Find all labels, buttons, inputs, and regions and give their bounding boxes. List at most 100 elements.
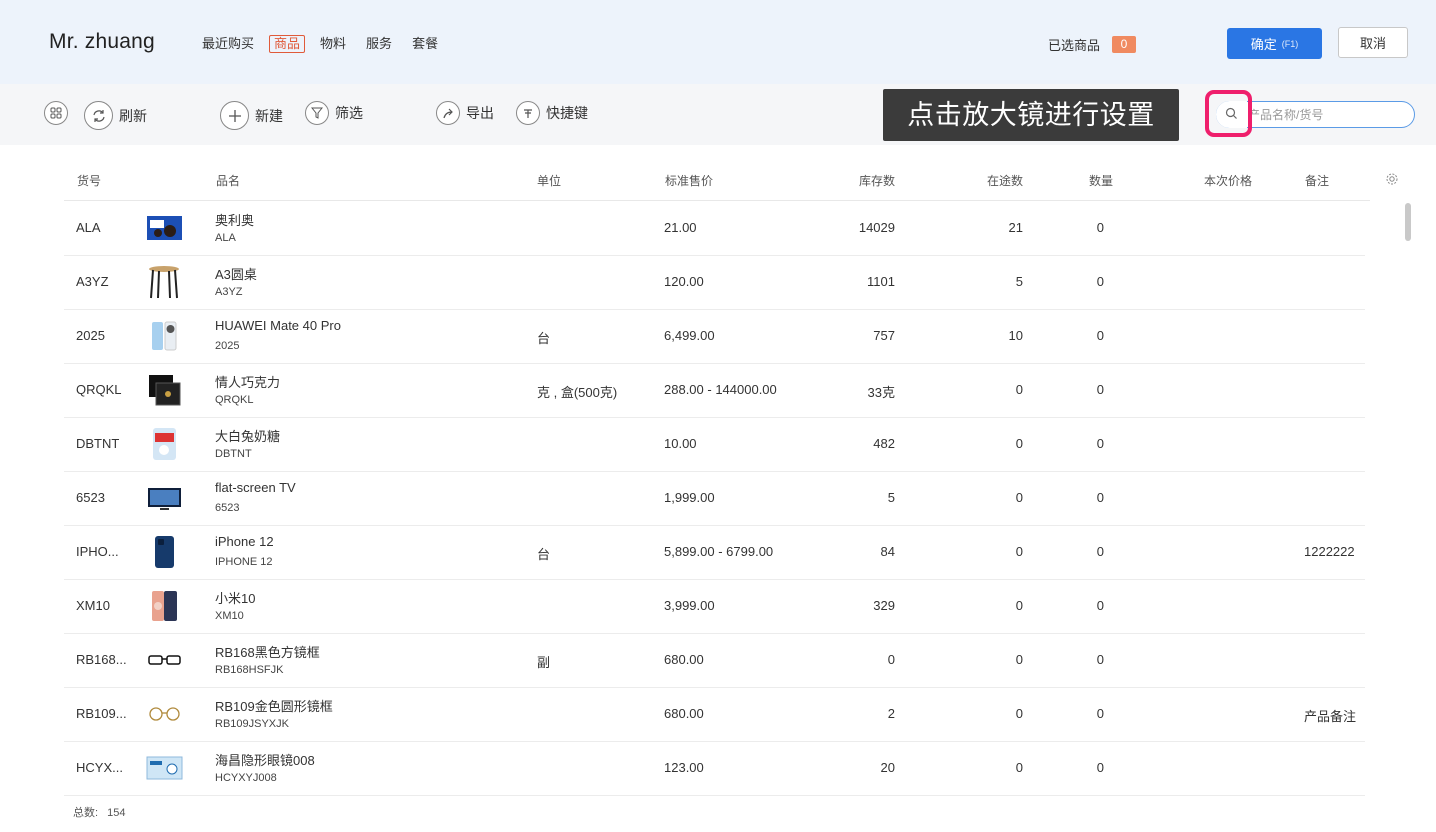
column-settings-button[interactable] [1385, 172, 1399, 189]
row-transit: 0 [1015, 382, 1023, 397]
row-name: 海昌隐形眼镜008 [215, 753, 315, 768]
row-qty[interactable]: 0 [1094, 220, 1104, 235]
selected-products: 已选商品 0 [1048, 35, 1137, 54]
row-code: QRQKL [76, 382, 122, 397]
product-thumbnail [146, 696, 183, 732]
row-price: 680.00 [664, 652, 704, 667]
row-subcode: IPHONE 12 [215, 556, 273, 568]
row-name: 大白兔奶糖 [215, 429, 281, 444]
row-price: 123.00 [664, 760, 704, 775]
refresh-icon [84, 101, 113, 130]
selected-label: 已选商品 [1048, 38, 1101, 53]
table-row[interactable]: ALA 奥利奥 ALA 21.00 14029 21 0 [64, 201, 1365, 256]
col-stock: 库存数 [859, 174, 896, 188]
row-price: 1,999.00 [664, 490, 715, 505]
row-transit: 0 [1015, 706, 1023, 721]
row-subcode: RB109JSYXJK [215, 718, 289, 730]
plus-icon [220, 101, 249, 130]
row-transit: 0 [1015, 490, 1023, 505]
new-button[interactable]: 新建 [220, 101, 283, 130]
row-code: DBTNT [76, 436, 120, 451]
product-thumbnail [146, 750, 183, 786]
table-row[interactable]: A3YZ A3圆桌 A3YZ 120.00 1101 5 0 [64, 255, 1365, 310]
filter-label: 筛选 [335, 105, 363, 121]
table-row[interactable]: XM10 小米10 XM10 3,999.00 329 0 0 [64, 579, 1365, 634]
row-stock: 14029 [858, 220, 895, 235]
row-stock: 84 [880, 544, 895, 559]
total-value: 154 [107, 807, 126, 819]
export-button[interactable]: 导出 [436, 101, 494, 125]
row-transit: 21 [1008, 220, 1023, 235]
table-row[interactable]: IPHO... iPhone 12 IPHONE 12 台 5,899.00 - 679… [64, 525, 1365, 580]
nav-products[interactable]: 商品 [269, 35, 306, 53]
row-transit: 0 [1015, 760, 1023, 775]
row-transit: 10 [1008, 328, 1023, 343]
table-row[interactable]: RB168... RB168黑色方镜框 RB168HSFJK 副 680.00 0 0 0 [64, 633, 1365, 688]
table-row[interactable]: 6523 flat-screen TV 6523 1,999.00 5 0 0 [64, 471, 1365, 526]
row-code: HCYX... [76, 760, 123, 775]
row-remark: 产品备注 [1304, 709, 1357, 724]
table-row[interactable]: DBTNT 大白兔奶糖 DBTNT 10.00 482 0 0 [64, 417, 1365, 472]
col-unit: 单位 [537, 174, 562, 188]
shortcut-button[interactable]: 快捷键 [516, 101, 588, 125]
confirm-button[interactable]: 确定 (F1) [1227, 28, 1322, 59]
nav-materials[interactable]: 物料 [320, 35, 346, 53]
row-price: 288.00 - 144000.00 [664, 382, 777, 397]
row-qty[interactable]: 0 [1094, 706, 1104, 721]
export-label: 导出 [466, 105, 494, 121]
row-subcode: XM10 [215, 610, 244, 622]
row-qty[interactable]: 0 [1094, 598, 1104, 613]
row-stock: 329 [873, 598, 895, 613]
col-qty: 数量 [1089, 174, 1114, 188]
row-qty[interactable]: 0 [1094, 490, 1104, 505]
product-thumbnail [146, 210, 183, 246]
row-qty[interactable]: 0 [1094, 328, 1104, 343]
row-qty[interactable]: 0 [1094, 274, 1104, 289]
row-stock: 5 [887, 490, 895, 505]
row-price: 5,899.00 - 6799.00 [664, 544, 774, 559]
row-qty[interactable]: 0 [1094, 760, 1104, 775]
col-current-price: 本次价格 [1204, 174, 1253, 188]
product-thumbnail [146, 480, 183, 516]
col-code: 货号 [77, 174, 102, 188]
col-remark: 备注 [1305, 174, 1330, 188]
scrollbar[interactable] [1405, 203, 1411, 241]
product-thumbnail [146, 318, 183, 354]
row-unit: 副 [537, 655, 551, 670]
row-subcode: 6523 [215, 502, 240, 514]
table-header: 货号 品名 单位 标准售价 库存数 在途数 数量 本次价格 备注 [64, 160, 1370, 201]
row-stock: 33克 [867, 385, 895, 400]
filter-button[interactable]: 筛选 [305, 101, 363, 125]
row-qty[interactable]: 0 [1094, 652, 1104, 667]
row-unit: 克 , 盒(500克) [537, 385, 618, 400]
row-qty[interactable]: 0 [1094, 382, 1104, 397]
row-code: RB168... [76, 652, 127, 667]
row-qty[interactable]: 0 [1094, 436, 1104, 451]
row-price: 3,999.00 [664, 598, 715, 613]
row-subcode: ALA [215, 232, 236, 244]
table-row[interactable]: RB109... RB109金色圆形镜框 RB109JSYXJK 680.00 2 0 0 产… [64, 687, 1365, 742]
row-name: RB109金色圆形镜框 [215, 699, 333, 714]
row-stock: 20 [880, 760, 895, 775]
nav-recent[interactable]: 最近购买 [202, 35, 254, 53]
row-stock: 0 [887, 652, 895, 667]
row-transit: 5 [1015, 274, 1023, 289]
confirm-label: 确定 [1250, 37, 1277, 52]
search-input[interactable] [1248, 104, 1408, 126]
grid-icon [44, 101, 68, 125]
table-row[interactable]: QRQKL 情人巧克力 QRQKL 克 , 盒(500克) 288.00 - 14400… [64, 363, 1365, 418]
row-qty[interactable]: 0 [1094, 544, 1104, 559]
row-name: A3圆桌 [215, 267, 257, 282]
col-price: 标准售价 [665, 174, 714, 188]
cancel-button[interactable]: 取消 [1338, 27, 1408, 58]
row-name: RB168黑色方镜框 [215, 645, 320, 660]
nav-packages[interactable]: 套餐 [412, 35, 438, 53]
table-row[interactable]: HCYX... 海昌隐形眼镜008 HCYXYJ008 123.00 20 0 0 [64, 741, 1365, 796]
row-subcode: 2025 [215, 340, 240, 352]
product-thumbnail [146, 534, 183, 570]
refresh-button[interactable]: 刷新 [84, 101, 147, 130]
grid-button[interactable] [44, 101, 68, 125]
nav-services[interactable]: 服务 [366, 35, 392, 53]
row-code: RB109... [76, 706, 127, 721]
table-row[interactable]: 2025 HUAWEI Mate 40 Pro 2025 台 6,499.00 757 10… [64, 309, 1365, 364]
